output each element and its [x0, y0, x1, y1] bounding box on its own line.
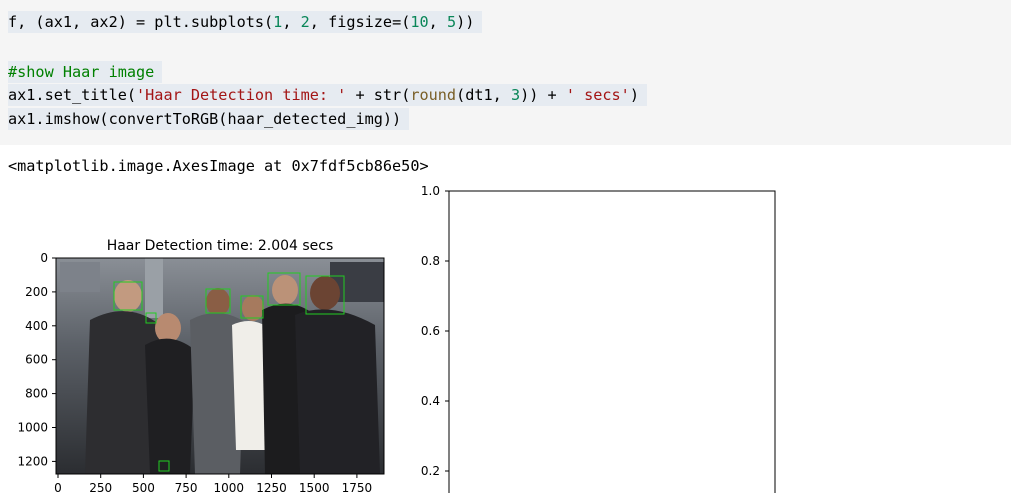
code-token: f, (ax1, ax2) = plt.subplots( — [8, 13, 274, 31]
ax2-frame — [448, 190, 776, 493]
code-token: , — [282, 13, 301, 31]
code-token: 5 — [446, 13, 457, 31]
code-token: , figsize=( — [309, 13, 411, 31]
ax1-ytick-label: 1000 — [17, 421, 48, 435]
code-token: 1 — [273, 13, 283, 31]
ax1-ytick-label: 200 — [25, 285, 48, 299]
ax2-ytick-label: 0.2 — [421, 464, 440, 478]
ax1-xtick-label: 1000 — [214, 481, 245, 493]
code-token: ) — [629, 86, 639, 104]
code-line[interactable]: f, (ax1, ax2) = plt.subplots(1, 2, figsi… — [8, 11, 483, 33]
code-token: + str( — [346, 86, 411, 104]
ax1-xtick-label: 0 — [54, 481, 62, 493]
ax1-xtick-label: 1500 — [299, 481, 330, 493]
ax1-title: Haar Detection time: 2.004 secs — [107, 238, 334, 254]
ax1-xtick-label: 500 — [132, 481, 155, 493]
code-cell[interactable]: f, (ax1, ax2) = plt.subplots(1, 2, figsi… — [0, 0, 1011, 145]
code-token: ax1.imshow(convertToRGB(haar_detected_im… — [8, 110, 402, 128]
code-line[interactable]: #show Haar image — [8, 61, 163, 83]
ax1-xtick-label: 750 — [175, 481, 198, 493]
code-line[interactable]: ax1.set_title('Haar Detection time: ' + … — [8, 84, 647, 106]
ax1-ytick-label: 600 — [25, 353, 48, 367]
code-line[interactable]: ax1.imshow(convertToRGB(haar_detected_im… — [8, 108, 410, 130]
ax2-ytick-label: 0.6 — [421, 324, 440, 338]
ax1-yticks: 0 200 400 600 800 1000 1200 — [17, 251, 56, 468]
ax1-xtick-label: 1750 — [342, 481, 373, 493]
code-token: )) + — [520, 86, 566, 104]
ax2-ytick-label: 0.8 — [421, 254, 440, 268]
ax1-xtick-label: 1250 — [256, 481, 287, 493]
ax1-ytick-label: 1200 — [17, 454, 48, 468]
ax1-xticks: 0 250 500 750 1000 1250 1500 1750 — [54, 474, 372, 493]
ax2-ytick-label: 1.0 — [421, 184, 440, 198]
haar-detected-image — [55, 257, 385, 475]
ax1-ytick-label: 0 — [40, 251, 48, 265]
ax2-yticks: 1.0 0.8 0.6 0.4 0.2 — [421, 184, 449, 478]
code-token: ax1.set_title( — [8, 86, 137, 104]
code-token: ' secs' — [565, 86, 630, 104]
ax1-xtick-label: 250 — [89, 481, 112, 493]
code-token: 3 — [510, 86, 521, 104]
code-token: 'Haar Detection time: ' — [136, 86, 347, 104]
ax2-ytick-label: 0.4 — [421, 394, 440, 408]
output-text: <matplotlib.image.AxesImage at 0x7fdf5cb… — [8, 157, 429, 175]
code-token: 2 — [300, 13, 310, 31]
ax1-ytick-label: 400 — [25, 319, 48, 333]
code-token: , — [428, 13, 447, 31]
code-token: round — [410, 86, 457, 104]
code-token: )) — [456, 13, 475, 31]
code-token: (dt1, — [456, 86, 511, 104]
ax1-ytick-label: 800 — [25, 387, 48, 401]
code-token: #show Haar image — [8, 63, 155, 81]
code-token: 10 — [410, 13, 429, 31]
